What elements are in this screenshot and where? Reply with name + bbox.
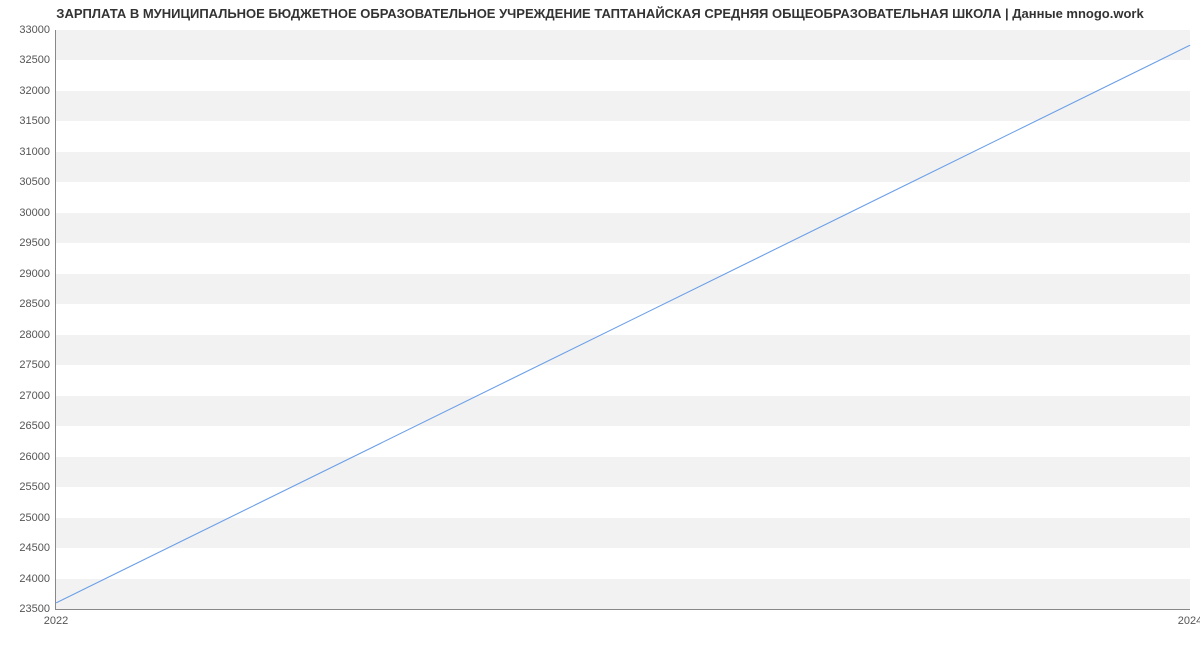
- y-tick-label: 23500: [19, 603, 50, 615]
- y-tick-label: 24500: [19, 542, 50, 554]
- y-tick-label: 29000: [19, 268, 50, 280]
- series-line: [56, 45, 1190, 603]
- y-tick-label: 24000: [19, 573, 50, 585]
- x-tick-label: 2022: [44, 615, 68, 627]
- line-layer: [56, 30, 1190, 609]
- y-tick-label: 27000: [19, 390, 50, 402]
- plot-area: 2350024000245002500025500260002650027000…: [55, 30, 1190, 610]
- y-tick-label: 30500: [19, 176, 50, 188]
- y-tick-label: 31500: [19, 115, 50, 127]
- y-tick-label: 28500: [19, 298, 50, 310]
- y-tick-label: 31000: [19, 146, 50, 158]
- y-tick-label: 29500: [19, 237, 50, 249]
- y-tick-label: 32500: [19, 54, 50, 66]
- y-tick-label: 30000: [19, 207, 50, 219]
- y-tick-label: 26500: [19, 420, 50, 432]
- y-tick-label: 25500: [19, 481, 50, 493]
- x-tick-label: 2024: [1178, 615, 1200, 627]
- chart-title: ЗАРПЛАТА В МУНИЦИПАЛЬНОЕ БЮДЖЕТНОЕ ОБРАЗ…: [0, 6, 1200, 21]
- y-tick-label: 32000: [19, 85, 50, 97]
- y-tick-label: 27500: [19, 359, 50, 371]
- y-tick-label: 26000: [19, 451, 50, 463]
- y-tick-label: 25000: [19, 512, 50, 524]
- chart-container: ЗАРПЛАТА В МУНИЦИПАЛЬНОЕ БЮДЖЕТНОЕ ОБРАЗ…: [0, 0, 1200, 650]
- y-tick-label: 33000: [19, 24, 50, 36]
- y-tick-label: 28000: [19, 329, 50, 341]
